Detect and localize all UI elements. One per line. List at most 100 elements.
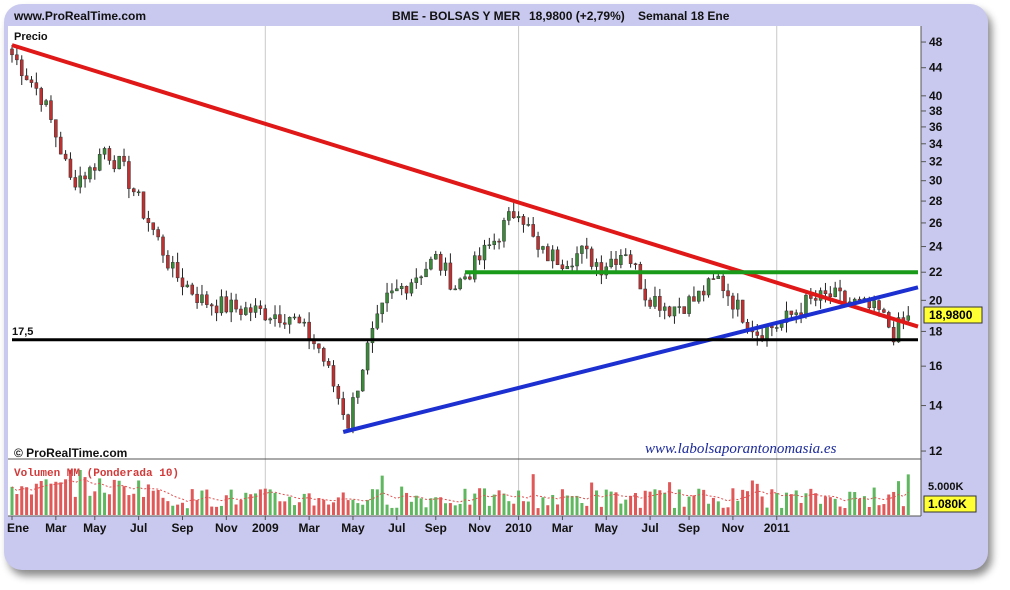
volume-bar [799, 502, 803, 515]
candle-body [409, 282, 414, 294]
candle-body [511, 211, 516, 219]
candle-body [239, 308, 243, 315]
candle-body [97, 154, 102, 171]
volume-bar [843, 508, 847, 515]
volume-bar [263, 488, 267, 515]
volume-bar [59, 482, 63, 515]
volume-bar [784, 492, 788, 515]
candle-body [205, 294, 209, 305]
candle-body [633, 263, 638, 265]
volume-bar [429, 498, 433, 515]
volume-bar [453, 505, 457, 515]
x-tick-label: Jul [641, 521, 658, 535]
volume-bar [556, 504, 560, 515]
volume-bar [127, 495, 131, 515]
volume-bar [239, 499, 243, 515]
last-price-badge-text: 18,9800 [929, 308, 973, 322]
candle-body [341, 398, 345, 415]
x-tick-label: Jul [388, 521, 405, 535]
volume-bar [156, 490, 160, 515]
volume-bar [517, 490, 521, 515]
volume-bar [599, 506, 603, 515]
candle-body [122, 155, 126, 162]
volume-bar [897, 481, 901, 515]
volume-bar [482, 488, 486, 515]
volume-bar [331, 502, 335, 515]
volume-bar [268, 489, 272, 515]
candle-body [648, 299, 652, 307]
volume-bar [580, 503, 584, 515]
candle-body [828, 293, 833, 298]
volume-bar [760, 496, 764, 515]
volume-bar [10, 486, 14, 515]
candle-body [906, 315, 911, 321]
volume-bar [405, 492, 409, 515]
volume-bar [585, 505, 589, 515]
volume-panel-label: Volumen MM (Ponderada 10) [14, 468, 179, 480]
candle-body [453, 288, 458, 291]
candle-body [107, 148, 112, 161]
candle-body [321, 348, 326, 362]
volume-bar [867, 506, 871, 515]
candle-body [804, 294, 808, 316]
candle-body [278, 314, 282, 324]
trendline [342, 285, 919, 434]
volume-bar [819, 503, 823, 515]
volume-bar [44, 479, 48, 515]
candle-body [872, 300, 876, 309]
x-tick-label: Nov [722, 521, 745, 535]
volume-bar [536, 508, 540, 515]
x-tick-label: Mar [552, 521, 574, 535]
candle-body [667, 306, 672, 317]
candle-body [546, 246, 550, 262]
x-tick-label: 2011 [764, 521, 790, 535]
volume-bar [882, 504, 886, 515]
candle-body [731, 295, 735, 310]
volume-bar [351, 499, 355, 515]
volume-bar [648, 491, 652, 515]
volume-bar [887, 494, 891, 515]
volume-bar [409, 501, 413, 515]
candle-body [360, 369, 365, 392]
candle-body [443, 262, 448, 271]
volume-bar [312, 505, 316, 515]
candle-body [10, 48, 14, 56]
candle-body [833, 287, 837, 298]
volume-bar [390, 507, 394, 515]
candle-body [477, 255, 482, 261]
candle-body [365, 342, 370, 371]
volume-bar [93, 491, 97, 515]
last-volume-badge-text: 1.080K [928, 497, 967, 511]
volume-bar [448, 503, 452, 515]
volume-bar [83, 477, 87, 515]
candle-body [263, 308, 268, 321]
candle-body [701, 290, 706, 296]
x-tick-label: Jul [130, 521, 147, 535]
x-tick-label: Sep [171, 521, 193, 535]
volume-bar [64, 479, 68, 515]
candle-body [541, 246, 545, 250]
volume-bar [200, 490, 204, 515]
volume-bar [838, 506, 842, 515]
volume-bar [215, 506, 219, 515]
volume-bar [283, 501, 287, 515]
volume-bar [809, 488, 813, 515]
candle-body [151, 222, 156, 230]
candle-body [526, 224, 531, 226]
volume-bar [171, 505, 175, 515]
volume-bar [293, 505, 297, 515]
volume-bar [726, 507, 730, 515]
volume-bar [892, 491, 896, 515]
volume-bar [765, 507, 769, 515]
volume-bar [180, 502, 184, 515]
trendlines-group [11, 43, 919, 434]
candle-body [224, 296, 229, 313]
watermark-url: www.labolsaporantonomasia.es [645, 441, 837, 457]
y-tick-label: 32 [929, 155, 943, 169]
y-tick-label: 30 [929, 174, 943, 188]
candle-body [794, 312, 798, 315]
candle-body [482, 244, 487, 261]
volume-bar [195, 500, 199, 515]
candle-body [838, 287, 842, 292]
volume-bar [73, 496, 77, 515]
